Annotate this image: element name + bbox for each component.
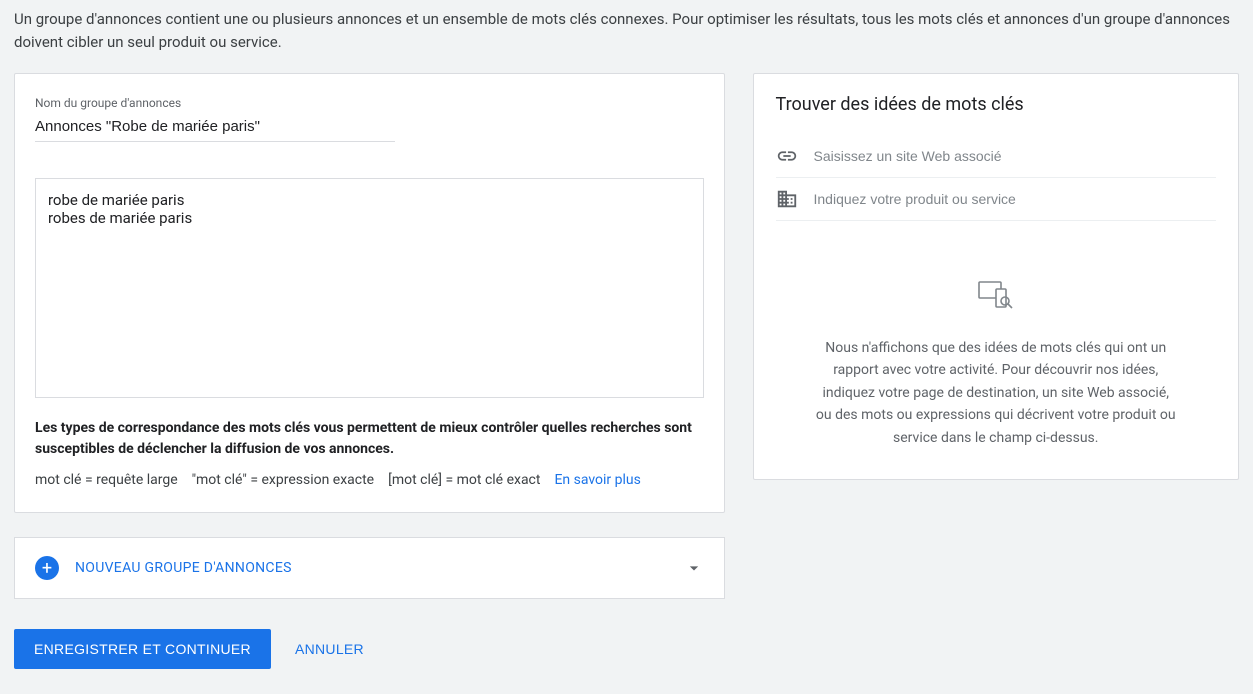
product-service-input[interactable] xyxy=(814,191,1217,207)
ideas-placeholder-text: Nous n'affichons que des idées de mots c… xyxy=(816,337,1177,449)
keyword-ideas-card: Trouver des idées de mots clés xyxy=(753,73,1240,480)
keywords-textarea[interactable] xyxy=(35,178,704,398)
cancel-button[interactable]: ANNULER xyxy=(287,629,372,669)
related-url-input[interactable] xyxy=(814,148,1217,164)
search-devices-icon xyxy=(978,281,1014,309)
adgroup-name-label: Nom du groupe d'annonces xyxy=(35,96,704,110)
match-types-info: Les types de correspondance des mots clé… xyxy=(35,418,704,460)
match-types-legend: mot clé = requête large "mot clé" = expr… xyxy=(35,472,704,488)
url-row[interactable] xyxy=(776,135,1217,178)
adgroup-name-input[interactable] xyxy=(35,114,395,142)
new-adgroup-label: NOUVEAU GROUPE D'ANNONCES xyxy=(75,560,684,576)
save-continue-button[interactable]: ENREGISTRER ET CONTINUER xyxy=(14,629,271,669)
learn-more-link[interactable]: En savoir plus xyxy=(554,472,640,488)
business-icon xyxy=(776,188,798,210)
product-row[interactable] xyxy=(776,178,1217,221)
ideas-title: Trouver des idées de mots clés xyxy=(776,94,1217,115)
link-icon xyxy=(776,145,798,167)
intro-text: Un groupe d'annonces contient une ou plu… xyxy=(14,0,1239,73)
plus-icon: + xyxy=(35,556,59,580)
legend-exact: [mot clé] = mot clé exact xyxy=(388,472,540,488)
legend-broad: mot clé = requête large xyxy=(35,472,178,488)
legend-phrase: "mot clé" = expression exacte xyxy=(192,472,374,488)
chevron-down-icon xyxy=(684,558,704,578)
adgroup-card: Nom du groupe d'annonces Les types de co… xyxy=(14,73,725,513)
new-adgroup-expander[interactable]: + NOUVEAU GROUPE D'ANNONCES xyxy=(14,537,725,599)
